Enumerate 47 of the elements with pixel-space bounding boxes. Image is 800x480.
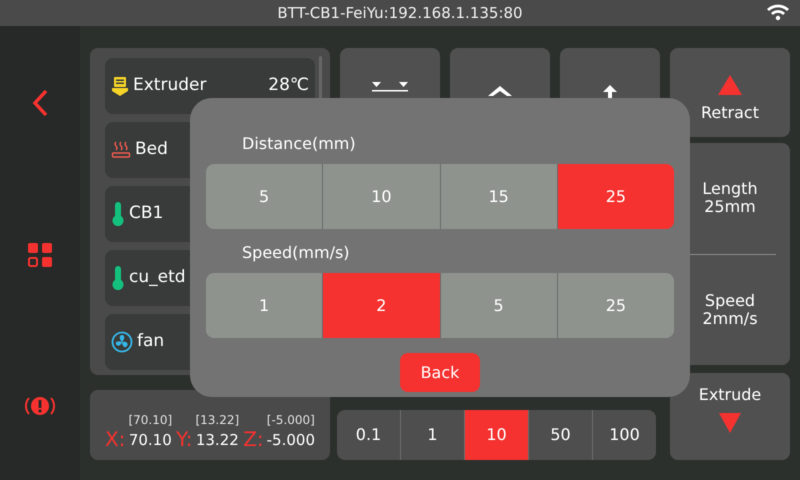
option-button[interactable]: 15 xyxy=(440,164,557,229)
sensor-name: CB1 xyxy=(129,202,164,226)
triangle-down-icon xyxy=(719,413,741,433)
emergency-stop-icon[interactable] xyxy=(24,394,56,418)
group-title: Speed(mm/s) xyxy=(242,242,350,263)
target-position: [-5.000] xyxy=(266,412,315,429)
window-title: BTT-CB1-FeiYu:192.168.1.135:80 xyxy=(277,2,523,24)
target-position: [70.10] xyxy=(128,412,172,429)
position-value: 70.10 xyxy=(128,430,172,451)
option-button[interactable]: 25 xyxy=(556,273,674,338)
option-button[interactable]: 25 xyxy=(556,164,674,229)
triangle-up-icon xyxy=(718,75,742,95)
back-icon[interactable] xyxy=(30,88,50,118)
axis-label: Y: xyxy=(176,427,192,451)
option-button[interactable]: 10 xyxy=(464,410,528,460)
sensor-name: fan xyxy=(137,330,164,354)
option-button[interactable]: 100 xyxy=(592,410,656,460)
option-button[interactable]: 5 xyxy=(206,164,322,229)
back-button[interactable]: Back xyxy=(400,353,480,392)
retract-button[interactable]: Retract xyxy=(670,48,790,137)
thermometer-icon xyxy=(111,202,125,226)
wifi-icon xyxy=(766,3,790,21)
option-button[interactable]: 2 xyxy=(322,273,440,338)
extrude-button[interactable]: Extrude xyxy=(670,373,790,460)
menu-icon[interactable] xyxy=(27,242,53,268)
option-button[interactable]: 50 xyxy=(528,410,592,460)
option-button[interactable]: 5 xyxy=(440,273,557,338)
option-button[interactable]: 1 xyxy=(206,273,322,338)
group-title: Distance(mm) xyxy=(242,133,356,154)
home-z-icon xyxy=(372,82,408,92)
position-value: 13.22 xyxy=(196,430,239,451)
sensor-name: Extruder xyxy=(133,74,206,98)
option-button[interactable]: 10 xyxy=(322,164,440,229)
sensor-temperature: 28℃ xyxy=(268,74,309,98)
heated-bed-icon xyxy=(111,140,131,160)
position-value: -5.000 xyxy=(266,430,315,451)
sensor-name: Bed xyxy=(135,138,168,162)
fan-icon xyxy=(111,331,133,353)
option-button[interactable]: 1 xyxy=(400,410,464,460)
extruder-icon xyxy=(111,76,129,96)
thermometer-icon xyxy=(111,266,125,290)
axis-label: Z: xyxy=(243,427,264,451)
option-button[interactable]: 0.1 xyxy=(337,410,400,460)
axis-label: X: xyxy=(104,427,126,451)
target-position: [13.22] xyxy=(195,412,240,429)
sensor-name: cu_etd xyxy=(129,266,186,290)
arrow-up-icon xyxy=(603,85,617,99)
